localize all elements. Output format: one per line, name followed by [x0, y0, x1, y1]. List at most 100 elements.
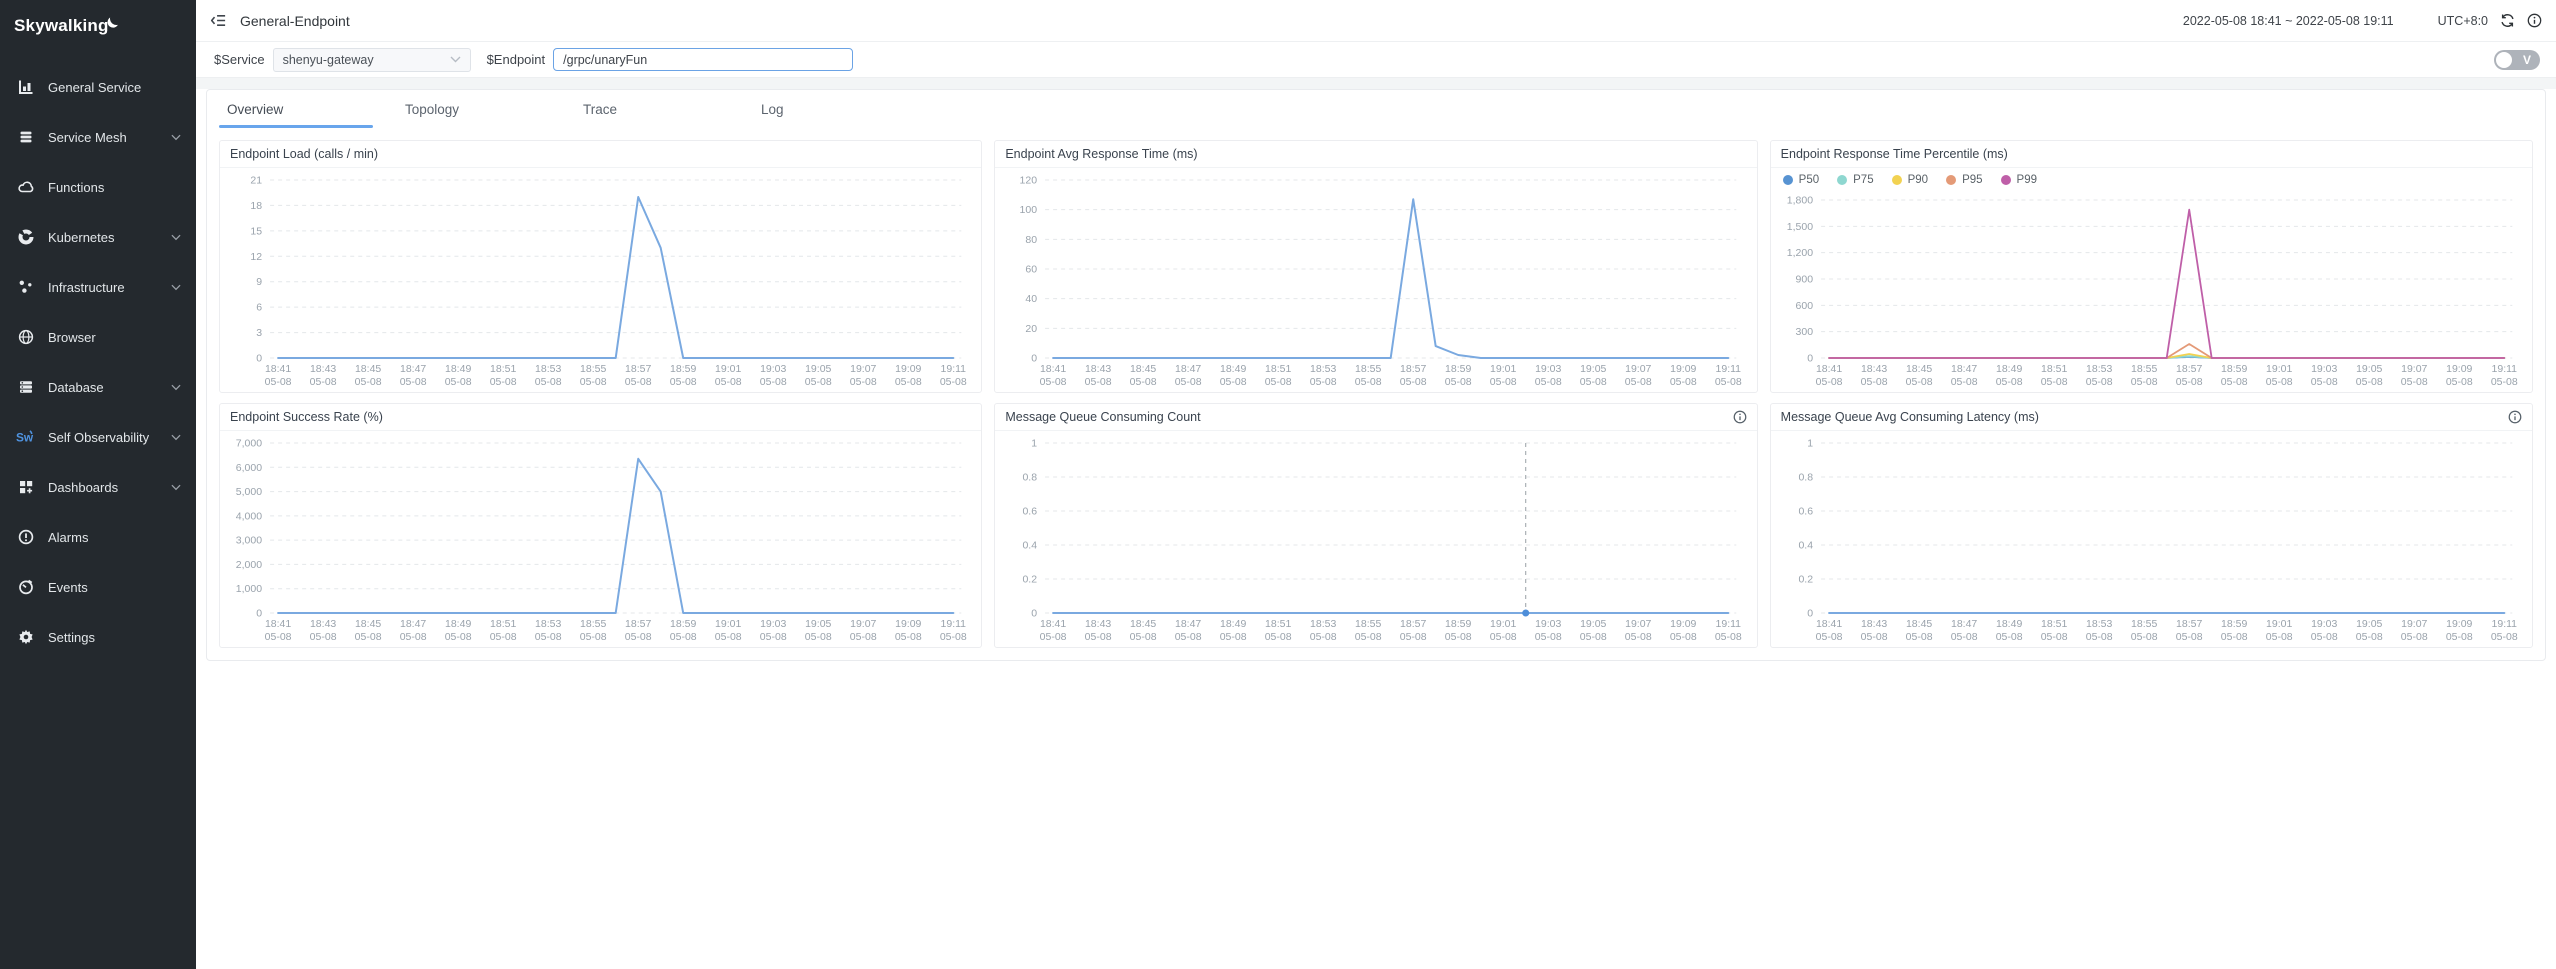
chart-info-icon[interactable] — [1733, 410, 1747, 424]
legend-item-p75[interactable]: P75 — [1837, 174, 1873, 186]
svg-text:05-08: 05-08 — [400, 631, 427, 643]
svg-text:05-08: 05-08 — [805, 631, 832, 643]
chart-title: Endpoint Response Time Percentile (ms) — [1781, 147, 2522, 161]
legend-label: P50 — [1799, 174, 1819, 186]
sidebar-item-label: Dashboards — [48, 480, 171, 495]
svg-text:05-08: 05-08 — [310, 376, 337, 388]
svg-text:05-08: 05-08 — [2445, 631, 2472, 643]
chart-title: Endpoint Avg Response Time (ms) — [1005, 147, 1746, 161]
sidebar-item-settings[interactable]: Settings — [0, 612, 196, 662]
chevron-down-icon — [171, 134, 181, 141]
svg-text:05-08: 05-08 — [1950, 631, 1977, 643]
svg-text:18:43: 18:43 — [1861, 363, 1887, 375]
svg-text:05-08: 05-08 — [1220, 376, 1247, 388]
svg-text:18:57: 18:57 — [1400, 618, 1426, 630]
tab-label: Overview — [207, 102, 283, 117]
sidebar-item-functions[interactable]: Functions — [0, 162, 196, 212]
sidebar-item-alarms[interactable]: Alarms — [0, 512, 196, 562]
sidebar-item-self-observability[interactable]: SwSelf Observability — [0, 412, 196, 462]
svg-text:19:01: 19:01 — [1490, 618, 1516, 630]
tab-log[interactable]: Log — [741, 90, 919, 128]
svg-text:18: 18 — [250, 200, 262, 212]
svg-text:18:53: 18:53 — [1310, 363, 1336, 375]
chevron-down-icon — [171, 434, 181, 441]
svg-text:18:49: 18:49 — [445, 618, 471, 630]
svg-text:05-08: 05-08 — [1130, 376, 1157, 388]
logo-moon-icon — [109, 11, 124, 26]
svg-text:19:07: 19:07 — [850, 363, 876, 375]
tab-topology[interactable]: Topology — [385, 90, 563, 128]
svg-text:05-08: 05-08 — [1535, 376, 1562, 388]
logo-text: Skywalking — [14, 16, 109, 36]
dots-icon — [16, 278, 35, 296]
svg-text:19:05: 19:05 — [805, 363, 831, 375]
svg-text:05-08: 05-08 — [1490, 376, 1517, 388]
line-chart-plot[interactable]: 01,0002,0003,0004,0005,0006,0007,00018:4… — [220, 431, 981, 647]
service-select-value: shenyu-gateway — [283, 53, 374, 67]
info-icon[interactable] — [2527, 13, 2542, 28]
sidebar-item-service-mesh[interactable]: Service Mesh — [0, 112, 196, 162]
svg-text:05-08: 05-08 — [760, 376, 787, 388]
sidebar-item-label: Kubernetes — [48, 230, 171, 245]
svg-text:19:07: 19:07 — [2401, 618, 2427, 630]
svg-text:05-08: 05-08 — [2085, 631, 2112, 643]
svg-text:19:11: 19:11 — [941, 618, 967, 630]
line-chart-plot[interactable]: 00.20.40.60.8118:4105-0818:4305-0818:450… — [1771, 431, 2532, 647]
svg-text:18:41: 18:41 — [1040, 618, 1066, 630]
svg-text:05-08: 05-08 — [445, 631, 472, 643]
svg-text:19:11: 19:11 — [941, 363, 967, 375]
sidebar-item-events[interactable]: Events — [0, 562, 196, 612]
svg-text:05-08: 05-08 — [580, 376, 607, 388]
svg-text:05-08: 05-08 — [2265, 376, 2292, 388]
edit-mode-toggle[interactable]: V — [2494, 50, 2540, 70]
legend-item-p95[interactable]: P95 — [1946, 174, 1982, 186]
refresh-icon[interactable] — [2500, 13, 2515, 28]
line-chart-plot[interactable]: 00.20.40.60.8118:4105-0818:4305-0818:450… — [995, 431, 1756, 647]
svg-text:05-08: 05-08 — [1355, 376, 1382, 388]
sidebar-item-dashboards[interactable]: Dashboards — [0, 462, 196, 512]
tab-overview[interactable]: Overview — [207, 90, 385, 128]
sidebar-item-general-service[interactable]: General Service — [0, 62, 196, 112]
sidebar-item-label: Alarms — [48, 530, 181, 545]
timezone-label: UTC+8:0 — [2438, 14, 2488, 28]
service-select[interactable]: shenyu-gateway — [273, 48, 471, 72]
line-chart-plot[interactable]: 03006009001,2001,5001,80018:4105-0818:43… — [1771, 192, 2532, 392]
filter-bar: $Service shenyu-gateway $Endpoint V — [196, 42, 2556, 78]
chart-info-icon[interactable] — [2508, 410, 2522, 424]
legend-dot — [1946, 175, 1956, 185]
svg-text:18:59: 18:59 — [2221, 618, 2247, 630]
svg-text:05-08: 05-08 — [1715, 376, 1742, 388]
svg-text:19:01: 19:01 — [715, 363, 741, 375]
line-chart-plot[interactable]: 03691215182118:4105-0818:4305-0818:4505-… — [220, 168, 981, 392]
cloud-icon — [16, 178, 35, 196]
legend-item-p99[interactable]: P99 — [2001, 174, 2037, 186]
legend-item-p90[interactable]: P90 — [1892, 174, 1928, 186]
svg-text:18:47: 18:47 — [1175, 618, 1201, 630]
chevron-down-icon — [450, 56, 461, 63]
svg-text:05-08: 05-08 — [1400, 376, 1427, 388]
sidebar-item-database[interactable]: Database — [0, 362, 196, 412]
collapse-sidebar-icon[interactable] — [210, 12, 227, 29]
sidebar-item-infrastructure[interactable]: Infrastructure — [0, 262, 196, 312]
endpoint-input[interactable] — [553, 48, 853, 71]
svg-text:60: 60 — [1026, 264, 1038, 276]
svg-text:05-08: 05-08 — [2220, 376, 2247, 388]
svg-text:05-08: 05-08 — [580, 631, 607, 643]
time-range-picker[interactable]: 2022-05-08 18:41 ~ 2022-05-08 19:11 — [2183, 14, 2394, 28]
svg-text:05-08: 05-08 — [490, 376, 517, 388]
svg-text:05-08: 05-08 — [1625, 631, 1652, 643]
tab-bar: Overview TopologyTraceLog — [207, 90, 2545, 128]
sidebar-item-kubernetes[interactable]: Kubernetes — [0, 212, 196, 262]
svg-text:19:01: 19:01 — [715, 618, 741, 630]
svg-text:18:51: 18:51 — [2041, 363, 2067, 375]
svg-text:05-08: 05-08 — [1535, 631, 1562, 643]
svg-text:19:09: 19:09 — [2446, 618, 2472, 630]
legend-item-p50[interactable]: P50 — [1783, 174, 1819, 186]
svg-text:05-08: 05-08 — [1490, 631, 1517, 643]
svg-text:18:57: 18:57 — [625, 363, 651, 375]
chevron-down-icon — [171, 384, 181, 391]
tab-trace[interactable]: Trace — [563, 90, 741, 128]
svg-text:18:59: 18:59 — [2221, 363, 2247, 375]
sidebar-item-browser[interactable]: Browser — [0, 312, 196, 362]
line-chart-plot[interactable]: 02040608010012018:4105-0818:4305-0818:45… — [995, 168, 1756, 392]
